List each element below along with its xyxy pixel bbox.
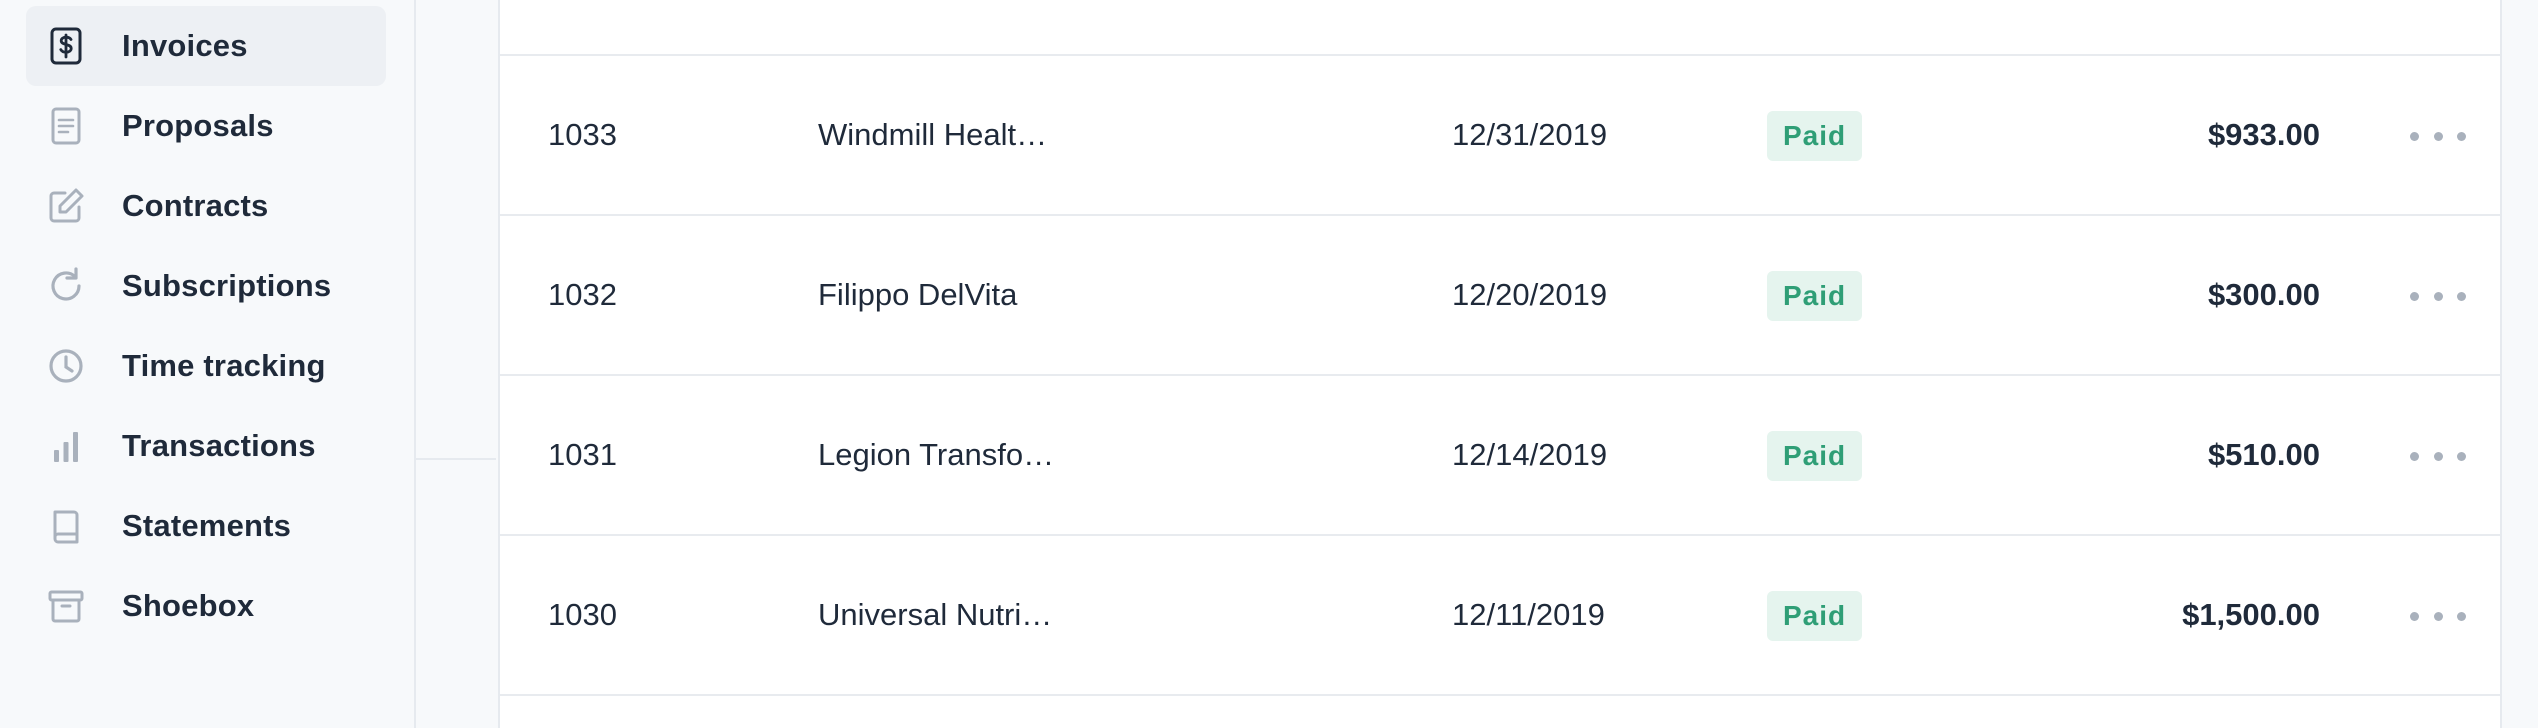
table-row[interactable]: 1030 Universal Nutri… 12/11/2019 Paid $1…: [500, 536, 2500, 694]
sidebar-item-contracts[interactable]: Contracts: [26, 166, 386, 246]
more-options-icon[interactable]: [2410, 276, 2466, 316]
sidebar-item-label: Subscriptions: [122, 268, 332, 303]
sidebar-item-label: Shoebox: [122, 588, 255, 623]
invoice-table: 1033 Windmill Healt… 12/31/2019 Paid $93…: [498, 0, 2502, 728]
sidebar-item-proposals[interactable]: Proposals: [26, 86, 386, 166]
status-cell: Paid: [1767, 110, 1863, 161]
status-badge: Paid: [1767, 271, 1863, 321]
sidebar-item-transactions[interactable]: Transactions: [26, 406, 386, 486]
book-icon: [46, 506, 86, 546]
sidebar-item-statements[interactable]: Statements: [26, 486, 386, 566]
refresh-icon: [46, 266, 86, 306]
sidebar-item-label: Invoices: [122, 28, 248, 63]
status-badge: Paid: [1767, 431, 1863, 481]
invoice-date: 12/11/2019: [1452, 597, 1605, 632]
invoice-number: 1032: [548, 277, 617, 312]
sidebar-item-label: Time tracking: [122, 348, 326, 383]
invoice-amount: $510.00: [2207, 437, 2320, 472]
invoice-number: 1031: [548, 437, 617, 472]
table-row[interactable]: 1033 Windmill Healt… 12/31/2019 Paid $93…: [500, 56, 2500, 214]
edit-icon: [46, 186, 86, 226]
document-icon: [46, 106, 86, 146]
more-options-icon[interactable]: [2410, 596, 2466, 636]
client-name: Universal Nutri…: [818, 597, 1053, 632]
dollar-document-icon: [46, 26, 86, 66]
status-cell: Paid: [1767, 430, 1863, 481]
sidebar-item-subscriptions[interactable]: Subscriptions: [26, 246, 386, 326]
more-options-icon[interactable]: [2410, 436, 2466, 476]
invoice-date: 12/31/2019: [1452, 117, 1608, 152]
sidebar-item-time-tracking[interactable]: Time tracking: [26, 326, 386, 406]
invoice-number: 1030: [548, 597, 617, 632]
sidebar-item-label: Proposals: [122, 108, 274, 143]
invoice-number: 1033: [548, 117, 617, 152]
sidebar-item-shoebox[interactable]: Shoebox: [26, 566, 386, 646]
status-badge: Paid: [1767, 591, 1863, 641]
sidebar-item-label: Contracts: [122, 188, 269, 223]
sidebar-item-label: Statements: [122, 508, 292, 543]
status-badge: Paid: [1767, 111, 1863, 161]
client-name: Filippo DelVita: [818, 277, 1018, 312]
sidebar: Invoices Proposals Contracts Subscriptio…: [0, 0, 416, 728]
table-row[interactable]: 1031 Legion Transfo… 12/14/2019 Paid $51…: [500, 376, 2500, 534]
sidebar-item-invoices[interactable]: Invoices: [26, 6, 386, 86]
row-divider: [500, 694, 2500, 696]
invoice-amount: $933.00: [2207, 117, 2320, 152]
invoice-date: 12/20/2019: [1452, 277, 1608, 312]
section-divider: [416, 458, 496, 460]
invoice-amount: $300.00: [2207, 277, 2320, 312]
bar-chart-icon: [46, 426, 86, 466]
table-row[interactable]: 1032 Filippo DelVita 12/20/2019 Paid $30…: [500, 216, 2500, 374]
clock-icon: [46, 346, 86, 386]
invoice-amount: $1,500.00: [2182, 597, 2320, 632]
status-cell: Paid: [1767, 590, 1863, 641]
client-name: Windmill Healt…: [818, 117, 1048, 152]
sidebar-item-label: Transactions: [122, 428, 316, 463]
archive-box-icon: [46, 586, 86, 626]
invoice-date: 12/14/2019: [1452, 437, 1608, 472]
status-cell: Paid: [1767, 270, 1863, 321]
more-options-icon[interactable]: [2410, 116, 2466, 156]
client-name: Legion Transfo…: [818, 437, 1055, 472]
